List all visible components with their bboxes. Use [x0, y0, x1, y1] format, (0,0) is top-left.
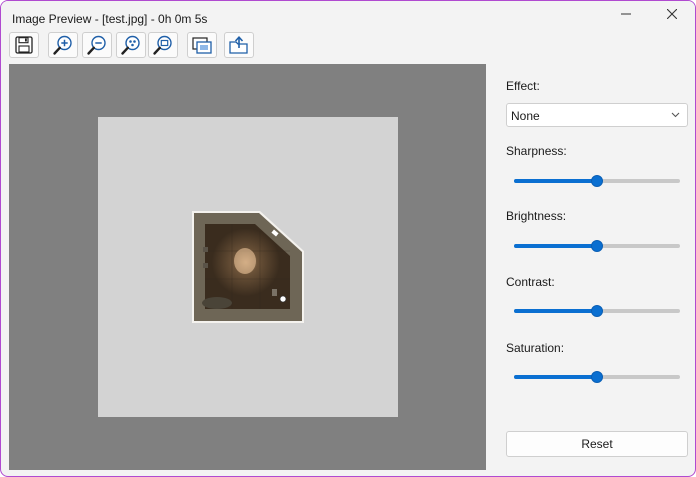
slider-fill	[514, 309, 597, 313]
saturation-label: Saturation:	[506, 341, 565, 355]
zoom-fit-icon	[121, 35, 140, 55]
reset-button[interactable]: Reset	[506, 431, 688, 457]
sharpness-slider[interactable]	[514, 174, 680, 188]
image-viewport[interactable]	[9, 64, 486, 470]
image-preview-window: Image Preview - [test.jpg] - 0h 0m 5s Ef…	[0, 0, 696, 477]
brightness-label: Brightness:	[506, 209, 567, 223]
image-canvas	[98, 117, 398, 417]
save-icon	[15, 36, 33, 54]
export-icon	[229, 36, 248, 54]
minimize-icon	[621, 13, 631, 15]
save-button[interactable]	[9, 32, 39, 58]
effect-label: Effect:	[506, 79, 540, 93]
zoom-in-icon	[53, 35, 72, 55]
contrast-slider[interactable]	[514, 304, 680, 318]
slider-thumb[interactable]	[591, 175, 603, 187]
adjustments-panel: Effect: None Sharpness: Brightness: Cont…	[506, 64, 688, 470]
fit-window-button[interactable]	[187, 32, 217, 58]
minimize-button[interactable]	[603, 1, 649, 27]
zoom-out-icon	[87, 35, 106, 55]
effect-select-value: None	[511, 109, 540, 123]
slider-thumb[interactable]	[591, 371, 603, 383]
chevron-down-icon	[671, 112, 680, 118]
close-icon	[667, 9, 677, 19]
zoom-fit-button[interactable]	[116, 32, 146, 58]
effect-select[interactable]: None	[506, 103, 688, 127]
contrast-label: Contrast:	[506, 275, 555, 289]
zoom-actual-icon	[153, 35, 172, 55]
fit-window-icon	[192, 37, 212, 54]
zoom-out-button[interactable]	[82, 32, 112, 58]
slider-thumb[interactable]	[591, 305, 603, 317]
saturation-slider[interactable]	[514, 370, 680, 384]
room-photo	[192, 211, 304, 323]
zoom-in-button[interactable]	[48, 32, 78, 58]
slider-fill	[514, 375, 597, 379]
close-button[interactable]	[649, 1, 695, 27]
sharpness-label: Sharpness:	[506, 144, 567, 158]
zoom-actual-button[interactable]	[148, 32, 178, 58]
title-bar: Image Preview - [test.jpg] - 0h 0m 5s	[1, 1, 695, 31]
slider-fill	[514, 179, 597, 183]
window-title: Image Preview - [test.jpg] - 0h 0m 5s	[12, 12, 208, 26]
slider-thumb[interactable]	[591, 240, 603, 252]
brightness-slider[interactable]	[514, 239, 680, 253]
slider-fill	[514, 244, 597, 248]
export-button[interactable]	[224, 32, 254, 58]
